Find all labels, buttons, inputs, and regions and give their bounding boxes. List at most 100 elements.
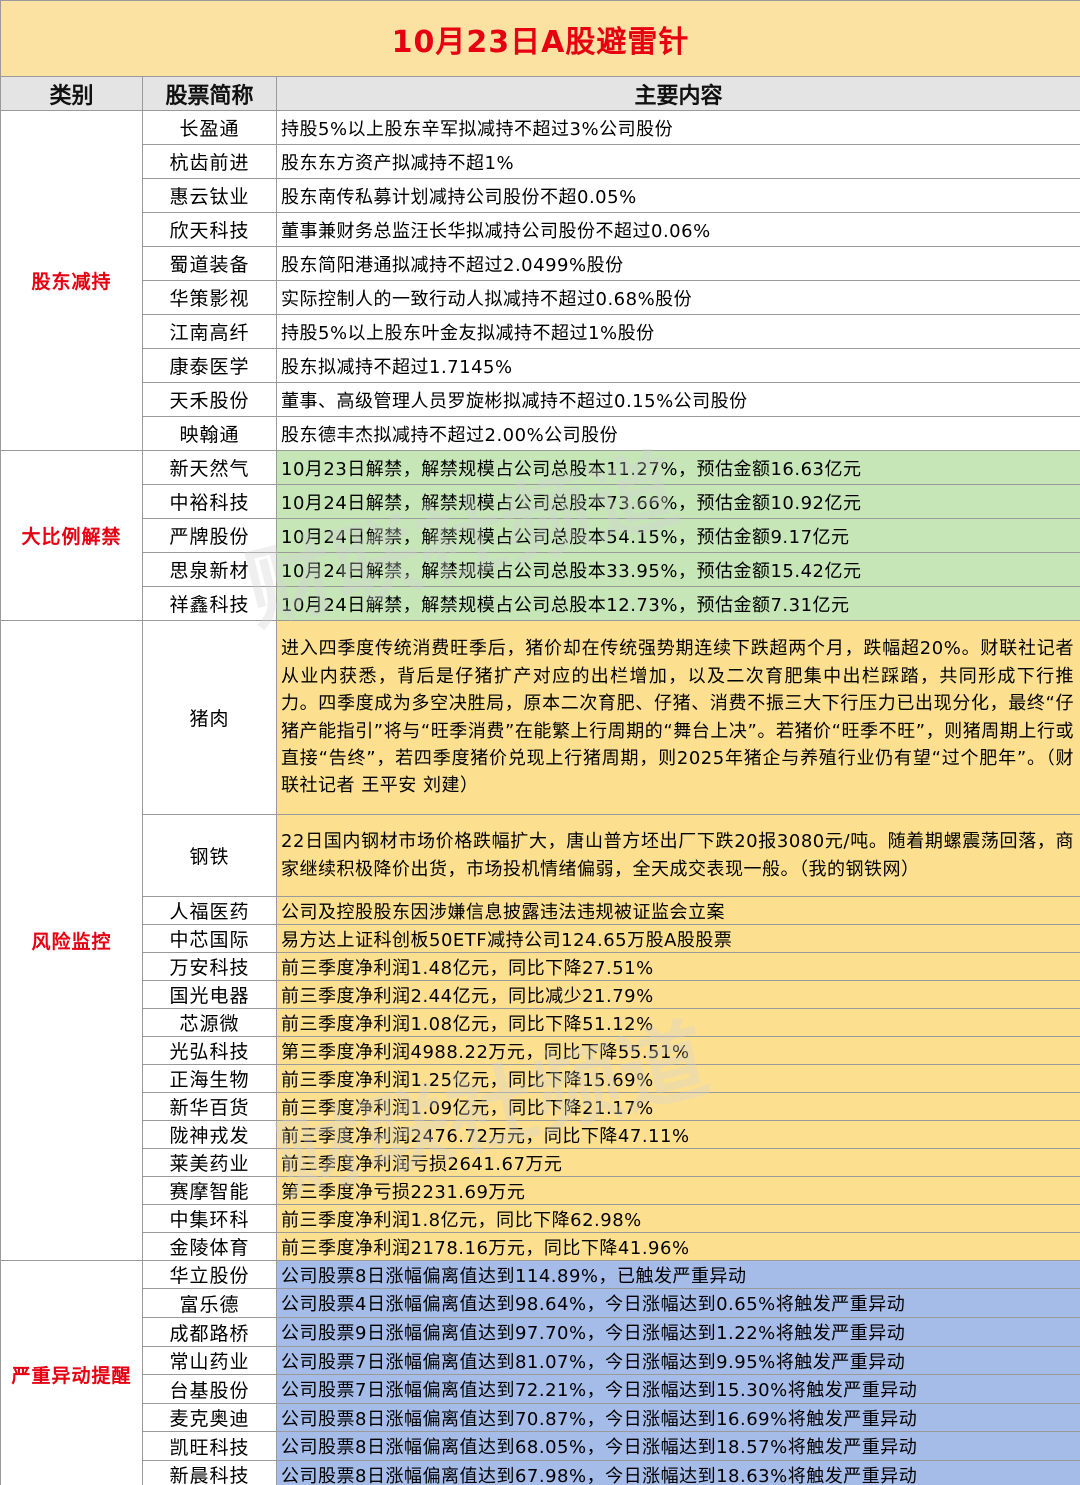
- content-cell: 第三季度净亏损2231.69万元: [275, 1176, 1080, 1205]
- content-cell: 前三季度净利润1.08亿元，同比下降51.12%: [275, 1008, 1080, 1037]
- header-row: 类别 股票简称 主要内容: [0, 76, 1080, 111]
- table-row: 芯源微 前三季度净利润1.08亿元，同比下降51.12%: [1, 1008, 1080, 1037]
- category-cell: 大比例解禁: [0, 450, 143, 621]
- table-row: 凯旺科技 公司股票8日涨幅偏离值达到68.05%，今日涨幅达到18.57%将触发严…: [1, 1431, 1080, 1461]
- table-row: 陇神戎发 前三季度净利润2476.72万元，同比下降47.11%: [1, 1120, 1080, 1149]
- stock-name-cell: 新天然气: [142, 450, 277, 485]
- stock-name-cell: 富乐德: [142, 1288, 277, 1318]
- stock-name-cell: 麦克奥迪: [142, 1403, 277, 1432]
- stock-name-cell: 芯源微: [142, 1008, 277, 1037]
- content-cell: 董事兼财务总监汪长华拟减持公司股份不超过0.06%: [275, 212, 1080, 247]
- stock-name-cell: 赛摩智能: [142, 1176, 277, 1205]
- stock-name-cell: 万安科技: [142, 952, 277, 981]
- content-cell: 公司股票8日涨幅偏离值达到68.05%，今日涨幅达到18.57%将触发严重异动: [275, 1431, 1080, 1461]
- table-row: 股东减持 长盈通 持股5%以上股东辛军拟减持不超过3%公司股份: [0, 110, 1080, 451]
- content-cell: 10月24日解禁，解禁规模占公司总股本12.73%，预估金额7.31亿元: [275, 586, 1080, 621]
- table-row: 光弘科技 第三季度净利润4988.22万元，同比下降55.51%: [1, 1036, 1080, 1065]
- content-cell: 22日国内钢材市场价格跌幅扩大，唐山普方坯出厂下跌20报3080元/吨。随着期螺…: [275, 814, 1080, 897]
- stock-name-cell: 中裕科技: [142, 484, 277, 519]
- stock-name-cell: 祥鑫科技: [142, 586, 277, 621]
- table-row: 中集环科 前三季度净利润1.8亿元，同比下降62.98%: [1, 1204, 1080, 1233]
- stock-name-cell: 华策影视: [142, 280, 277, 315]
- content-cell: 公司股票7日涨幅偏离值达到81.07%，今日涨幅达到9.95%将触发严重异动: [275, 1346, 1080, 1375]
- table-row: 欣天科技 董事兼财务总监汪长华拟减持公司股份不超过0.06%: [1, 212, 1080, 247]
- content-cell: 股东东方资产拟减持不超1%: [275, 144, 1080, 179]
- table-row: 常山药业 公司股票7日涨幅偏离值达到81.07%，今日涨幅达到9.95%将触发严重…: [1, 1346, 1080, 1375]
- content-cell: 公司股票4日涨幅偏离值达到98.64%，今日涨幅达到0.65%将触发严重异动: [275, 1288, 1080, 1318]
- table-row: 严重异动提醒 华立股份 公司股票8日涨幅偏离值达到114.89%，已触发严重异动: [0, 1260, 1080, 1485]
- content-cell: 前三季度净利润1.8亿元，同比下降62.98%: [275, 1204, 1080, 1233]
- content-cell: 前三季度净利润1.09亿元，同比下降21.17%: [275, 1092, 1080, 1121]
- table-row: 江南高纤 持股5%以上股东叶金友拟减持不超过1%股份: [1, 314, 1080, 349]
- stock-name-cell: 杭齿前进: [142, 144, 277, 179]
- stock-name-cell: 华立股份: [142, 1260, 277, 1289]
- content-cell: 董事、高级管理人员罗旋彬拟减持不超过0.15%公司股份: [275, 382, 1080, 417]
- content-cell: 前三季度净利润1.25亿元，同比下降15.69%: [275, 1064, 1080, 1093]
- table-row: 中芯国际 易方达上证科创板50ETF减持公司124.65万股A股股票: [1, 924, 1080, 953]
- content-cell: 公司及控股股东因涉嫌信息披露违法违规被证监会立案: [275, 896, 1080, 925]
- stock-name-cell: 欣天科技: [142, 212, 277, 247]
- stock-name-cell: 蜀道装备: [142, 246, 277, 281]
- table-row: 映翰通 股东德丰杰拟减持不超过2.00%公司股份: [1, 416, 1080, 451]
- table-row: 台基股份 公司股票7日涨幅偏离值达到72.21%，今日涨幅达到15.30%将触发严…: [1, 1374, 1080, 1404]
- category-cell: 严重异动提醒: [0, 1260, 143, 1485]
- table-row: 赛摩智能 第三季度净亏损2231.69万元: [1, 1176, 1080, 1205]
- page-title: 10月23日A股避雷针: [0, 0, 1080, 77]
- content-cell: 股东南传私募计划减持公司股份不超0.05%: [275, 178, 1080, 213]
- table-row: 思泉新材 10月24日解禁，解禁规模占公司总股本33.95%，预估金额15.42亿…: [1, 552, 1080, 587]
- stock-name-cell: 成都路桥: [142, 1317, 277, 1347]
- table-body: 股东减持 长盈通 持股5%以上股东辛军拟减持不超过3%公司股份 杭齿前进 股东东方资产拟…: [0, 110, 1080, 1485]
- content-cell: 第三季度净利润4988.22万元，同比下降55.51%: [275, 1036, 1080, 1065]
- stock-name-cell: 陇神戎发: [142, 1120, 277, 1149]
- content-cell: 公司股票8日涨幅偏离值达到70.87%，今日涨幅达到16.69%将触发严重异动: [275, 1403, 1080, 1432]
- table-row: 大比例解禁 新天然气 10月23日解禁，解禁规模占公司总股本11.27%，预估金额1…: [0, 450, 1080, 621]
- stock-name-cell: 凯旺科技: [142, 1431, 277, 1461]
- table-row: 钢铁 22日国内钢材市场价格跌幅扩大，唐山普方坯出厂下跌20报3080元/吨。随着…: [1, 814, 1080, 897]
- stock-name-cell: 莱美药业: [142, 1148, 277, 1177]
- table-row: 金陵体育 前三季度净利润2178.16万元，同比下降41.96%: [1, 1232, 1080, 1261]
- column-header-stock: 股票简称: [142, 76, 277, 111]
- content-cell: 前三季度净利润2178.16万元，同比下降41.96%: [275, 1232, 1080, 1261]
- stock-name-cell: 映翰通: [142, 416, 277, 451]
- table-row: 蜀道装备 股东简阳港通拟减持不超过2.0499%股份: [1, 246, 1080, 281]
- table-row: 天禾股份 董事、高级管理人员罗旋彬拟减持不超过0.15%公司股份: [1, 382, 1080, 417]
- content-cell: 进入四季度传统消费旺季后，猪价却在传统强势期连续下跌超两个月，跌幅超20%。财联…: [275, 620, 1080, 815]
- stock-name-cell: 台基股份: [142, 1374, 277, 1404]
- stock-name-cell: 思泉新材: [142, 552, 277, 587]
- table-row: 新华百货 前三季度净利润1.09亿元，同比下降21.17%: [1, 1092, 1080, 1121]
- content-cell: 持股5%以上股东辛军拟减持不超过3%公司股份: [275, 110, 1080, 145]
- table-row: 人福医药 公司及控股股东因涉嫌信息披露违法违规被证监会立案: [1, 896, 1080, 925]
- table-row: 国光电器 前三季度净利润2.44亿元，同比减少21.79%: [1, 980, 1080, 1009]
- content-cell: 股东简阳港通拟减持不超过2.0499%股份: [275, 246, 1080, 281]
- content-cell: 公司股票8日涨幅偏离值达到114.89%，已触发严重异动: [275, 1260, 1080, 1289]
- table-row: 祥鑫科技 10月24日解禁，解禁规模占公司总股本12.73%，预估金额7.31亿元: [1, 586, 1080, 621]
- table-row: 富乐德 公司股票4日涨幅偏离值达到98.64%，今日涨幅达到0.65%将触发严重异…: [1, 1288, 1080, 1318]
- content-cell: 公司股票7日涨幅偏离值达到72.21%，今日涨幅达到15.30%将触发严重异动: [275, 1374, 1080, 1404]
- content-cell: 10月24日解禁，解禁规模占公司总股本33.95%，预估金额15.42亿元: [275, 552, 1080, 587]
- stock-name-cell: 惠云钛业: [142, 178, 277, 213]
- stock-name-cell: 常山药业: [142, 1346, 277, 1375]
- table-row: 惠云钛业 股东南传私募计划减持公司股份不超0.05%: [1, 178, 1080, 213]
- table-row: 中裕科技 10月24日解禁，解禁规模占公司总股本73.66%，预估金额10.92亿…: [1, 484, 1080, 519]
- content-cell: 易方达上证科创板50ETF减持公司124.65万股A股股票: [275, 924, 1080, 953]
- table-row: 严牌股份 10月24日解禁，解禁规模占公司总股本54.15%，预估金额9.17亿元: [1, 518, 1080, 553]
- stock-name-cell: 金陵体育: [142, 1232, 277, 1261]
- category-cell: 风险监控: [0, 620, 143, 1261]
- stock-name-cell: 新华百货: [142, 1092, 277, 1121]
- content-cell: 实际控制人的一致行动人拟减持不超过0.68%股份: [275, 280, 1080, 315]
- stock-name-cell: 中集环科: [142, 1204, 277, 1233]
- content-cell: 公司股票8日涨幅偏离值达到67.98%，今日涨幅达到18.63%将触发严重异动: [275, 1460, 1080, 1485]
- table-row: 杭齿前进 股东东方资产拟减持不超1%: [1, 144, 1080, 179]
- content-cell: 10月24日解禁，解禁规模占公司总股本54.15%，预估金额9.17亿元: [275, 518, 1080, 553]
- table-row: 成都路桥 公司股票9日涨幅偏离值达到97.70%，今日涨幅达到1.22%将触发严重…: [1, 1317, 1080, 1347]
- content-cell: 股东德丰杰拟减持不超过2.00%公司股份: [275, 416, 1080, 451]
- content-cell: 公司股票9日涨幅偏离值达到97.70%，今日涨幅达到1.22%将触发严重异动: [275, 1317, 1080, 1347]
- stock-name-cell: 钢铁: [142, 814, 277, 897]
- stock-name-cell: 正海生物: [142, 1064, 277, 1093]
- content-cell: 前三季度净利润2476.72万元，同比下降47.11%: [275, 1120, 1080, 1149]
- content-cell: 前三季度净利润1.48亿元，同比下降27.51%: [275, 952, 1080, 981]
- category-cell: 股东减持: [0, 110, 143, 451]
- stock-name-cell: 国光电器: [142, 980, 277, 1009]
- table-row: 正海生物 前三季度净利润1.25亿元，同比下降15.69%: [1, 1064, 1080, 1093]
- table-row: 华策影视 实际控制人的一致行动人拟减持不超过0.68%股份: [1, 280, 1080, 315]
